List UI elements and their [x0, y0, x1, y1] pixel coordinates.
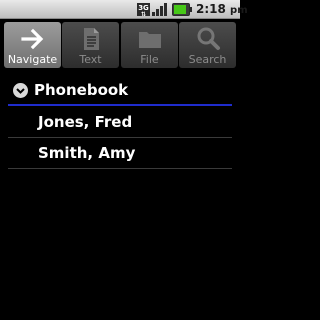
tab-search[interactable]: Search [179, 22, 236, 68]
clock-ampm: pm [230, 5, 248, 16]
tab-navigate[interactable]: Navigate [4, 22, 61, 68]
phonebook-title: Phonebook [34, 81, 129, 99]
clock-time: 2:18 [196, 2, 226, 16]
header-divider [8, 104, 232, 106]
status-bar: 3G ⇅ 2:18 pm [0, 0, 248, 19]
3g-data-icon: 3G ⇅ [137, 3, 150, 18]
magnifier-icon [197, 27, 220, 50]
tab-file[interactable]: File [121, 22, 178, 68]
phonebook-header[interactable]: Phonebook [8, 79, 232, 103]
document-icon [84, 28, 99, 50]
tab-label-text: Text [79, 53, 102, 66]
list-item[interactable]: Smith, Amy [8, 139, 232, 169]
tab-bar: Navigate Text File Search [4, 22, 236, 68]
contact-name: Smith, Amy [38, 144, 136, 162]
tab-label-search: Search [188, 53, 227, 66]
folder-icon [139, 32, 161, 48]
tab-label-file: File [140, 53, 159, 66]
tab-label-navigate: Navigate [7, 53, 58, 66]
status-clock: 2:18 pm [196, 2, 248, 16]
row-divider [8, 137, 232, 138]
chevron-down-icon[interactable] [13, 83, 28, 98]
list-item[interactable]: Jones, Fred [8, 108, 232, 138]
contact-name: Jones, Fred [38, 113, 133, 131]
signal-strength-icon [152, 3, 168, 16]
battery-icon [172, 3, 192, 16]
tab-text[interactable]: Text [62, 22, 119, 68]
row-divider [8, 168, 232, 169]
arrow-right-icon [21, 28, 44, 50]
